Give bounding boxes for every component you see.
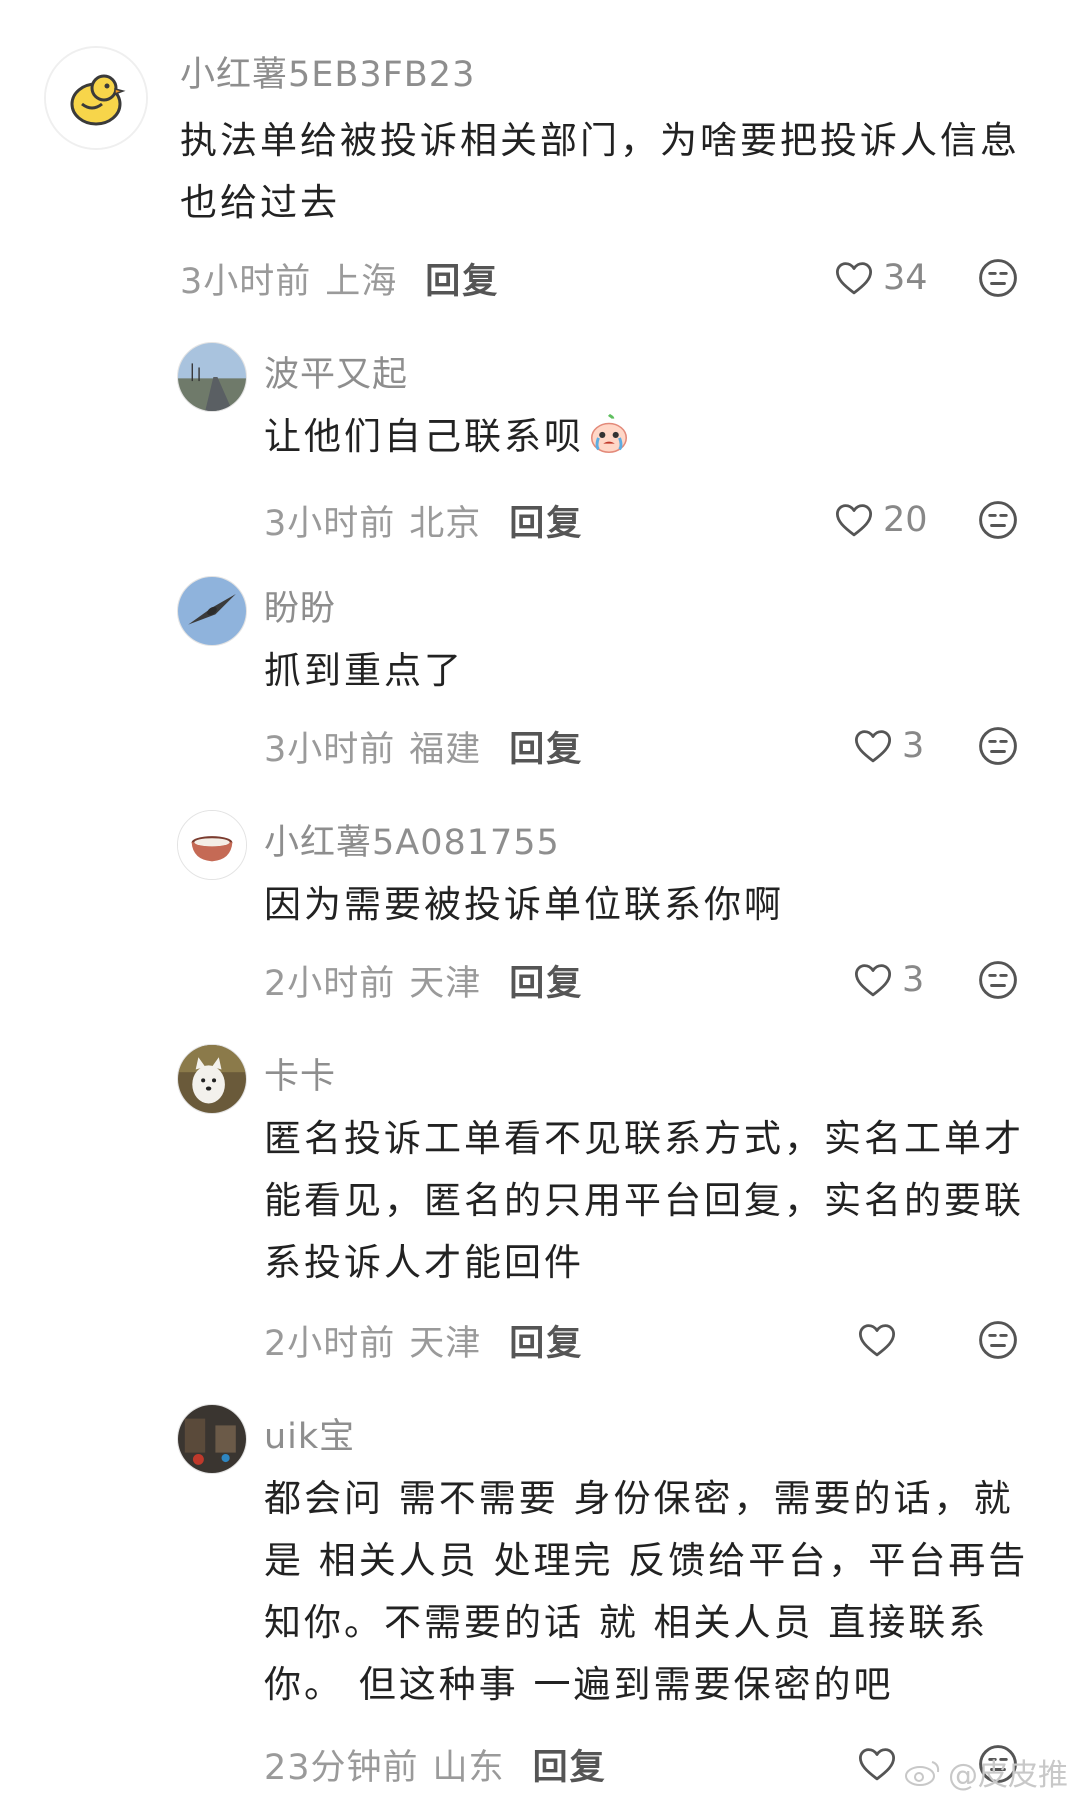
dislike-button[interactable] bbox=[976, 498, 1020, 542]
dislike-button[interactable] bbox=[976, 1318, 1020, 1362]
watermark: @皮皮推 bbox=[904, 1750, 1068, 1794]
comment-time: 3小时前 bbox=[264, 729, 396, 770]
bird-photo bbox=[178, 577, 246, 645]
comment-username[interactable]: 盼盼 bbox=[264, 580, 336, 631]
reply-button[interactable]: 回复 bbox=[509, 495, 583, 546]
avatar[interactable] bbox=[44, 46, 148, 150]
like-count: 20 bbox=[883, 500, 928, 540]
heart-icon bbox=[858, 1748, 896, 1781]
like-count: 34 bbox=[883, 258, 928, 298]
comment-meta: 23分钟前 山东 回复 bbox=[264, 1738, 607, 1790]
avatar[interactable] bbox=[177, 576, 247, 646]
unamused-face-icon bbox=[979, 1321, 1017, 1359]
like-button[interactable]: 34 bbox=[833, 252, 928, 304]
comment-username[interactable]: 小红薯5A081755 bbox=[264, 814, 560, 865]
heart-icon bbox=[835, 504, 873, 537]
watermark-text: @皮皮推 bbox=[948, 1758, 1068, 1793]
reply-button[interactable]: 回复 bbox=[509, 1315, 583, 1366]
comment-text-body: 让他们自己联系呗 bbox=[264, 415, 584, 458]
avatar[interactable] bbox=[177, 1404, 247, 1474]
comment-text: 都会问 需不需要 身份保密，需要的话，就 是 相关人员 处理完 反馈给平台，平台… bbox=[264, 1477, 1029, 1706]
reply-button[interactable]: 回复 bbox=[533, 1739, 607, 1790]
dislike-button[interactable] bbox=[976, 958, 1020, 1002]
reply-button[interactable]: 回复 bbox=[509, 721, 583, 772]
heart-icon bbox=[854, 730, 892, 763]
comment-meta: 2小时前 天津 回复 bbox=[264, 1314, 583, 1366]
bowl-icon bbox=[178, 811, 246, 879]
like-count: 3 bbox=[902, 960, 925, 1000]
like-count: 3 bbox=[902, 726, 925, 766]
comment-time: 23分钟前 bbox=[264, 1747, 419, 1788]
comment-meta: 3小时前 上海 回复 bbox=[180, 252, 499, 304]
like-button[interactable]: 3 bbox=[852, 720, 924, 772]
crying-face-emoji bbox=[586, 411, 632, 457]
comment-location: 上海 bbox=[325, 261, 398, 302]
comment-location: 天津 bbox=[409, 1323, 482, 1364]
comment-time: 2小时前 bbox=[264, 1323, 396, 1364]
like-button[interactable] bbox=[856, 1314, 906, 1366]
white-dog-photo bbox=[178, 1045, 246, 1113]
comment-username[interactable]: 卡卡 bbox=[264, 1048, 336, 1099]
heart-icon bbox=[854, 964, 892, 997]
comment-text: 匿名投诉工单看不见联系方式，实名工单才 能看见，匿名的只用平台回复，实名的要联 … bbox=[264, 1117, 1024, 1284]
comment-meta: 3小时前 北京 回复 bbox=[264, 494, 583, 546]
comment-text: 抓到重点了 bbox=[264, 649, 464, 692]
avatar[interactable] bbox=[177, 1044, 247, 1114]
comment-meta: 2小时前 天津 回复 bbox=[264, 954, 583, 1006]
comment-meta: 3小时前 福建 回复 bbox=[264, 720, 583, 772]
comment-location: 山东 bbox=[432, 1747, 505, 1788]
unamused-face-icon bbox=[979, 961, 1017, 999]
comment-text: 让他们自己联系呗 bbox=[264, 406, 1054, 468]
dislike-button[interactable] bbox=[976, 724, 1020, 768]
dislike-button[interactable] bbox=[976, 256, 1020, 300]
comment-username[interactable]: 小红薯5EB3FB23 bbox=[180, 46, 475, 97]
avatar[interactable] bbox=[177, 810, 247, 880]
unamused-face-icon bbox=[979, 259, 1017, 297]
comment-time: 3小时前 bbox=[264, 503, 396, 544]
unamused-face-icon bbox=[979, 727, 1017, 765]
dark-photo bbox=[178, 1405, 246, 1473]
comment-location: 天津 bbox=[409, 963, 482, 1004]
comment-text: 因为需要被投诉单位联系你啊 bbox=[264, 883, 784, 926]
weibo-logo-icon bbox=[905, 1761, 940, 1786]
heart-icon bbox=[858, 1324, 896, 1357]
road-photo bbox=[178, 343, 246, 411]
comment-location: 北京 bbox=[409, 503, 482, 544]
comment-time: 3小时前 bbox=[180, 261, 312, 302]
comment-username[interactable]: uik宝 bbox=[264, 1408, 355, 1459]
yellow-chick-icon bbox=[46, 48, 146, 148]
comment-time: 2小时前 bbox=[264, 963, 396, 1004]
comment-text: 执法单给被投诉相关部门，为啥要把投诉人信息 也给过去 bbox=[180, 119, 1020, 224]
unamused-face-icon bbox=[979, 501, 1017, 539]
avatar[interactable] bbox=[177, 342, 247, 412]
comment-location: 福建 bbox=[409, 729, 482, 770]
like-button[interactable]: 3 bbox=[852, 954, 924, 1006]
reply-button[interactable]: 回复 bbox=[425, 253, 499, 304]
like-button[interactable]: 20 bbox=[833, 494, 928, 546]
reply-button[interactable]: 回复 bbox=[509, 955, 583, 1006]
heart-icon bbox=[835, 262, 873, 295]
like-button[interactable] bbox=[856, 1738, 906, 1790]
comment-username[interactable]: 波平又起 bbox=[264, 346, 408, 397]
